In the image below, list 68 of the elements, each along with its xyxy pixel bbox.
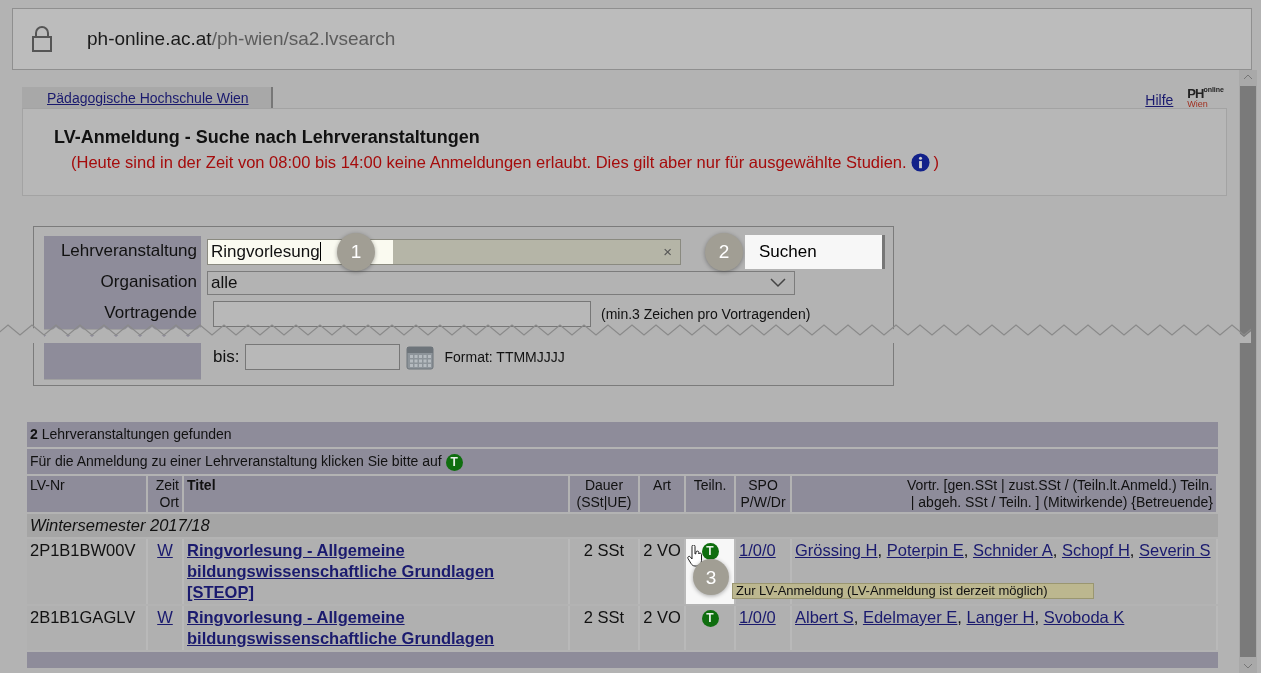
semester-header: Wintersemester 2017/18 [27,514,1218,537]
column-header: Dauer (SSt|UE) [570,476,640,512]
column-header: Zeit Ort [148,476,184,512]
separator-text: , [853,608,859,626]
field-label: Vortragende [44,297,201,330]
lecturer-link[interactable]: Schnider A [972,541,1053,559]
separator-text: , [1052,541,1058,559]
step-badge: 1 [337,232,375,271]
field-label: Lehrveranstaltung [44,235,201,268]
url-text: ph-online.ac.at/ph-wien/sa2.lvsearch [87,28,396,50]
date-field[interactable] [245,344,401,370]
separator-text: , [877,541,883,559]
dropdown[interactable]: alle [207,270,795,295]
logo: PH$^{online}$ Wien [1187,86,1224,108]
scroll-down-icon[interactable] [1243,663,1253,669]
format-hint: Format: TTMMJJJJ [444,349,565,365]
help-link[interactable]: Hilfe [1145,92,1174,108]
field-hint: (min.3 Zeichen pro Vortragenden) [601,305,811,322]
search-button[interactable]: Suchen [745,234,885,269]
lecturer-link[interactable]: Grössing H [795,541,878,559]
column-header: SPO P/W/Dr [736,476,792,512]
lecturer-link[interactable]: Edelmayer E [862,608,958,626]
calendar-icon[interactable] [406,344,435,370]
step-badge: 3 [693,559,729,595]
lecturer-link[interactable]: Schopf H [1061,541,1130,559]
step-badge: 2 [705,232,743,271]
field-label: Organisation [44,266,201,299]
result-count: 2 Lehrveranstaltungen gefunden [27,422,1218,447]
spo-link[interactable]: 1/0/0 [739,608,776,626]
separator-text: , [1129,541,1135,559]
course-link[interactable]: Ringvorlesung - Allgemeine bildungswissenschaftliche Grundlagen [187,607,565,649]
instruction-text: Für die Anmeldung zu einer Lehrveranstaltung klicken Sie bitte auf [30,453,442,469]
column-header: Art [640,476,686,512]
scroll-up-icon[interactable] [1243,74,1253,80]
page-heading: LV-Anmeldung - Suche nach Lehrveranstaltungen [54,127,481,148]
column-header: Vortr. [gen.SSt | zust.SSt / (Teiln.lt.Anmeld.) Teiln. | abgeh. SSt / Teiln. ] (Mitwirkende) {Betreuende} [792,476,1218,512]
table-cell: 2P1B1BW00V [27,539,148,604]
register-icon[interactable]: T [701,543,719,561]
column-header: Titel [184,476,570,512]
lock-icon [31,25,53,53]
separator-text: , [957,608,962,626]
notice-text: (Heute sind in der Zeit von 08:00 bis 14:00 keine Anmeldungen erlaubt. Dies gilt aber nur für ausgewählte Studien. [71,153,907,172]
scrollbar[interactable] [1239,70,1257,673]
table-cell: 2B1B1GAGLV [27,606,148,650]
separator-text: , [963,541,969,559]
text-field[interactable] [213,300,591,327]
tab[interactable]: Pädagogische Hochschule Wien [22,87,273,108]
time-link[interactable]: W [157,608,173,626]
field-label: bis: [213,347,240,367]
lecturer-link[interactable]: Albert S [795,608,854,626]
field-value: Ringvorlesung [210,241,320,262]
lecturer-link[interactable]: Svoboda K [1043,608,1125,626]
register-icon: T [445,453,463,471]
column-header: Teiln. [686,476,736,512]
spo-link[interactable]: 1/0/0 [739,541,776,559]
info-icon[interactable] [910,153,930,172]
lecturer-link[interactable]: Severin S [1139,541,1211,559]
column-header: LV-Nr [27,476,148,512]
chevron-icon [770,277,786,288]
address-bar[interactable]: ph-online.ac.at/ph-wien/sa2.lvsearch [12,8,1252,70]
tooltip: Zur LV-Anmeldung (LV-Anmeldung ist derzeit möglich) [732,583,1094,599]
notice-text: ) [933,153,940,172]
course-link[interactable]: Ringvorlesung - Allgemeine bildungswissenschaftliche Grundlagen [STEOP] [187,540,565,603]
separator-text: , [1034,608,1040,626]
lecturer-link[interactable]: Langer H [966,608,1035,626]
time-link[interactable]: W [157,541,173,559]
register-icon[interactable]: T [701,610,719,628]
lecturer-link[interactable]: Poterpin E [886,541,964,559]
